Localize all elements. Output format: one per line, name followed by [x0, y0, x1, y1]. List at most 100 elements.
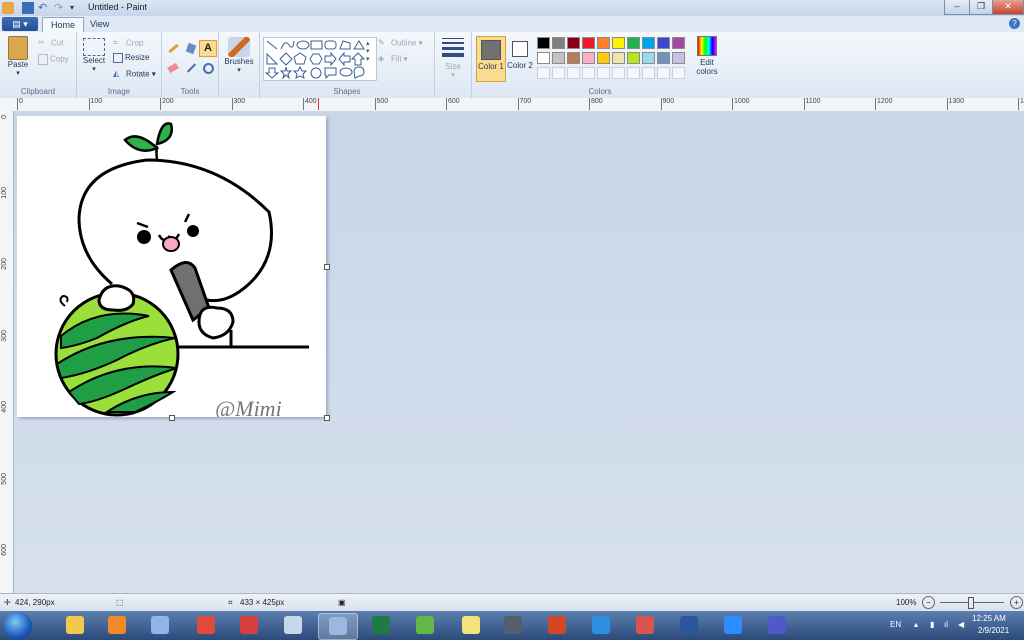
custom-color-slot[interactable] [657, 67, 670, 79]
taskbar-button[interactable] [230, 613, 268, 638]
eraser-tool[interactable] [164, 60, 182, 77]
crop-button[interactable]: ⌗ Crop [113, 38, 143, 49]
outline-button[interactable]: ✎ Outline ▾ [378, 38, 423, 49]
clock-time[interactable]: 12:25 AM [972, 614, 1006, 623]
taskbar-button[interactable] [406, 613, 444, 638]
zoom-slider-thumb[interactable] [968, 597, 974, 609]
tab-view[interactable]: View [82, 17, 117, 32]
fill-button[interactable]: ◈ Fill ▾ [378, 54, 407, 65]
taskbar-button[interactable] [452, 613, 490, 638]
color-swatch[interactable] [582, 52, 595, 64]
color1-button[interactable]: Color 1 [476, 36, 506, 82]
color-swatch[interactable] [552, 37, 565, 49]
volume-icon[interactable]: ◀ [958, 620, 964, 629]
clock-date[interactable]: 2/9/2021 [978, 626, 1009, 635]
taskbar-button[interactable] [141, 613, 179, 638]
paint-app-icon[interactable] [2, 2, 14, 14]
color-swatch[interactable] [657, 37, 670, 49]
signal-icon[interactable]: ıl [944, 620, 948, 629]
color2-button[interactable]: Color 2 [507, 36, 533, 80]
color-swatch[interactable] [582, 37, 595, 49]
custom-color-slot[interactable] [582, 67, 595, 79]
custom-color-slot[interactable] [612, 67, 625, 79]
taskbar-button[interactable] [98, 613, 136, 638]
brushes-button[interactable]: Brushes ▾ [223, 37, 255, 74]
custom-color-slot[interactable] [537, 67, 550, 79]
save-icon[interactable] [22, 2, 34, 14]
taskbar-button[interactable] [626, 613, 664, 638]
show-hidden-icons-icon[interactable]: ▴ [914, 620, 918, 629]
resize-handle-bottom[interactable] [169, 415, 175, 421]
pencil-tool[interactable] [164, 40, 182, 57]
color-swatch[interactable] [627, 52, 640, 64]
taskbar-button[interactable] [187, 613, 225, 638]
edit-colors-button[interactable]: Edit colors [692, 36, 722, 76]
taskbar-button[interactable] [362, 613, 400, 638]
resize-button[interactable]: Resize [113, 53, 149, 63]
fill-tool[interactable] [182, 40, 200, 57]
color-swatch[interactable] [612, 52, 625, 64]
taskbar-button[interactable] [56, 613, 94, 638]
taskbar-button[interactable] [274, 613, 312, 638]
color-swatch[interactable] [642, 37, 655, 49]
custom-color-slot[interactable] [642, 67, 655, 79]
redo-icon[interactable]: ↷ [54, 2, 66, 14]
brushes-group: Brushes ▾ [219, 32, 260, 98]
color-swatch[interactable] [627, 37, 640, 49]
color-swatch[interactable] [642, 52, 655, 64]
custom-color-slot[interactable] [627, 67, 640, 79]
cursor-position: 424, 290px [15, 598, 55, 607]
color-swatch[interactable] [657, 52, 670, 64]
customize-quick-access-icon[interactable]: ▾ [70, 2, 82, 14]
color-swatch[interactable] [612, 37, 625, 49]
color-swatch[interactable] [567, 37, 580, 49]
text-tool[interactable]: A [199, 40, 217, 57]
help-icon[interactable]: ? [1009, 18, 1020, 29]
maximize-button[interactable]: ❐ [969, 0, 993, 15]
color-swatch[interactable] [552, 52, 565, 64]
rotate-button[interactable]: ◭ Rotate ▾ [113, 69, 156, 80]
cut-button[interactable]: ✂ Cut [38, 38, 63, 49]
language-indicator[interactable]: EN [890, 620, 901, 629]
color-swatch[interactable] [597, 37, 610, 49]
copy-button[interactable]: Copy [38, 54, 69, 65]
color-swatch[interactable] [537, 52, 550, 64]
select-label: Select [82, 56, 106, 65]
taskbar-button[interactable] [494, 613, 532, 638]
network-icon[interactable]: ▮ [930, 620, 934, 629]
color-swatch[interactable] [672, 52, 685, 64]
size-button[interactable]: Size ▾ [439, 38, 467, 79]
custom-color-slot[interactable] [597, 67, 610, 79]
color-swatch[interactable] [672, 37, 685, 49]
color-swatch[interactable] [567, 52, 580, 64]
magnifier-tool[interactable] [199, 60, 217, 77]
minimize-button[interactable]: – [944, 0, 970, 15]
close-button[interactable]: ✕ [992, 0, 1024, 15]
custom-color-slot[interactable] [672, 67, 685, 79]
shapes-scroll-icon[interactable]: ▴ ▾ ▾ [366, 39, 370, 63]
four-point-star-shape-icon [279, 66, 293, 80]
taskbar-button[interactable] [758, 613, 796, 638]
tab-home[interactable]: Home [42, 17, 85, 33]
start-button[interactable] [4, 612, 32, 640]
undo-icon[interactable]: ↶ [38, 2, 50, 14]
custom-color-slot[interactable] [567, 67, 580, 79]
drawing-canvas[interactable]: @Mimi [17, 116, 330, 421]
custom-color-slot[interactable] [552, 67, 565, 79]
color-picker-tool[interactable] [182, 60, 200, 77]
select-button[interactable]: Select ▾ [81, 38, 107, 73]
paste-button[interactable]: Paste ▾ [4, 36, 32, 77]
taskbar-button[interactable] [670, 613, 708, 638]
resize-handle-corner[interactable] [324, 415, 330, 421]
taskbar-button[interactable] [582, 613, 620, 638]
color-swatch[interactable] [537, 37, 550, 49]
color-swatch[interactable] [597, 52, 610, 64]
file-menu-button[interactable]: ▤ ▾ [2, 17, 38, 31]
zoom-in-button[interactable]: + [1010, 596, 1023, 609]
ruler-tick-label: 800 [589, 98, 603, 110]
taskbar-button[interactable] [538, 613, 576, 638]
taskbar-button[interactable] [318, 613, 358, 640]
resize-handle-right[interactable] [324, 264, 330, 270]
zoom-out-button[interactable]: − [922, 596, 935, 609]
taskbar-button[interactable] [714, 613, 752, 638]
